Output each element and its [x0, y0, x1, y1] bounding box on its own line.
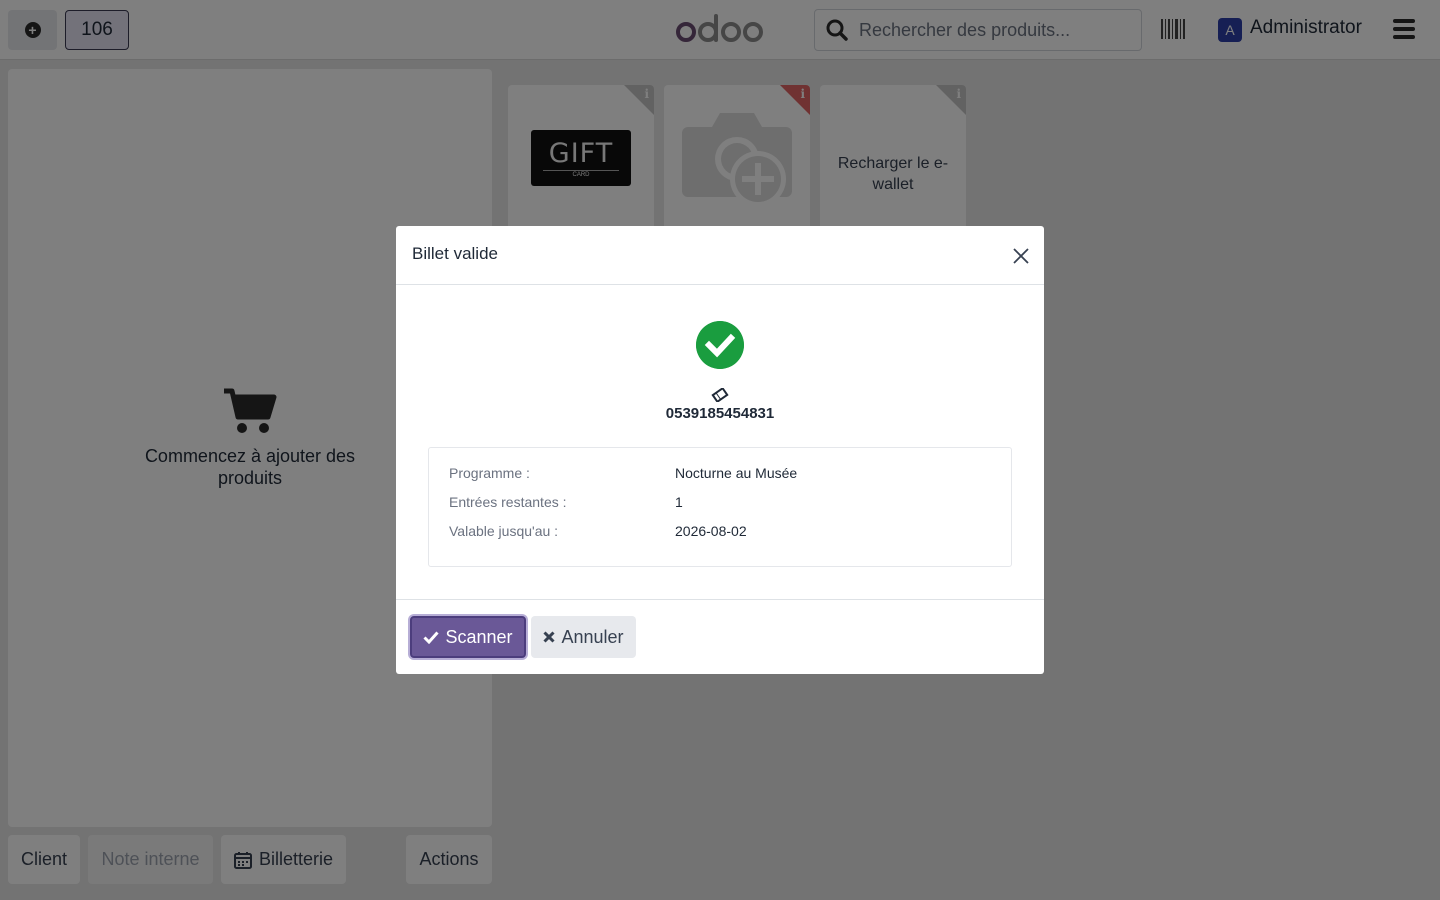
- ticket-code: 0539185454831: [665, 405, 775, 422]
- ticket-valid-dialog: Billet valide 0539185454831 Programme : …: [396, 226, 1044, 674]
- ticket-icon: [711, 388, 729, 402]
- close-icon[interactable]: [1010, 245, 1032, 267]
- scan-button[interactable]: Scanner: [410, 616, 526, 658]
- detail-row-remaining: Entrées restantes : 1: [449, 494, 683, 510]
- close-icon: [543, 631, 556, 643]
- dialog-header: Billet valide: [396, 226, 1044, 285]
- dialog-title: Billet valide: [412, 244, 498, 263]
- cancel-button[interactable]: Annuler: [531, 616, 636, 658]
- check-icon: [423, 631, 440, 644]
- dialog-body: 0539185454831 Programme : Nocturne au Mu…: [396, 285, 1044, 600]
- check-circle-icon: [696, 321, 744, 369]
- detail-row-valid-until: Valable jusqu'au : 2026-08-02: [449, 523, 747, 539]
- ticket-details: Programme : Nocturne au Musée Entrées re…: [428, 447, 1012, 567]
- dialog-footer: Scanner Annuler: [396, 600, 1044, 673]
- detail-row-programme: Programme : Nocturne au Musée: [449, 465, 798, 481]
